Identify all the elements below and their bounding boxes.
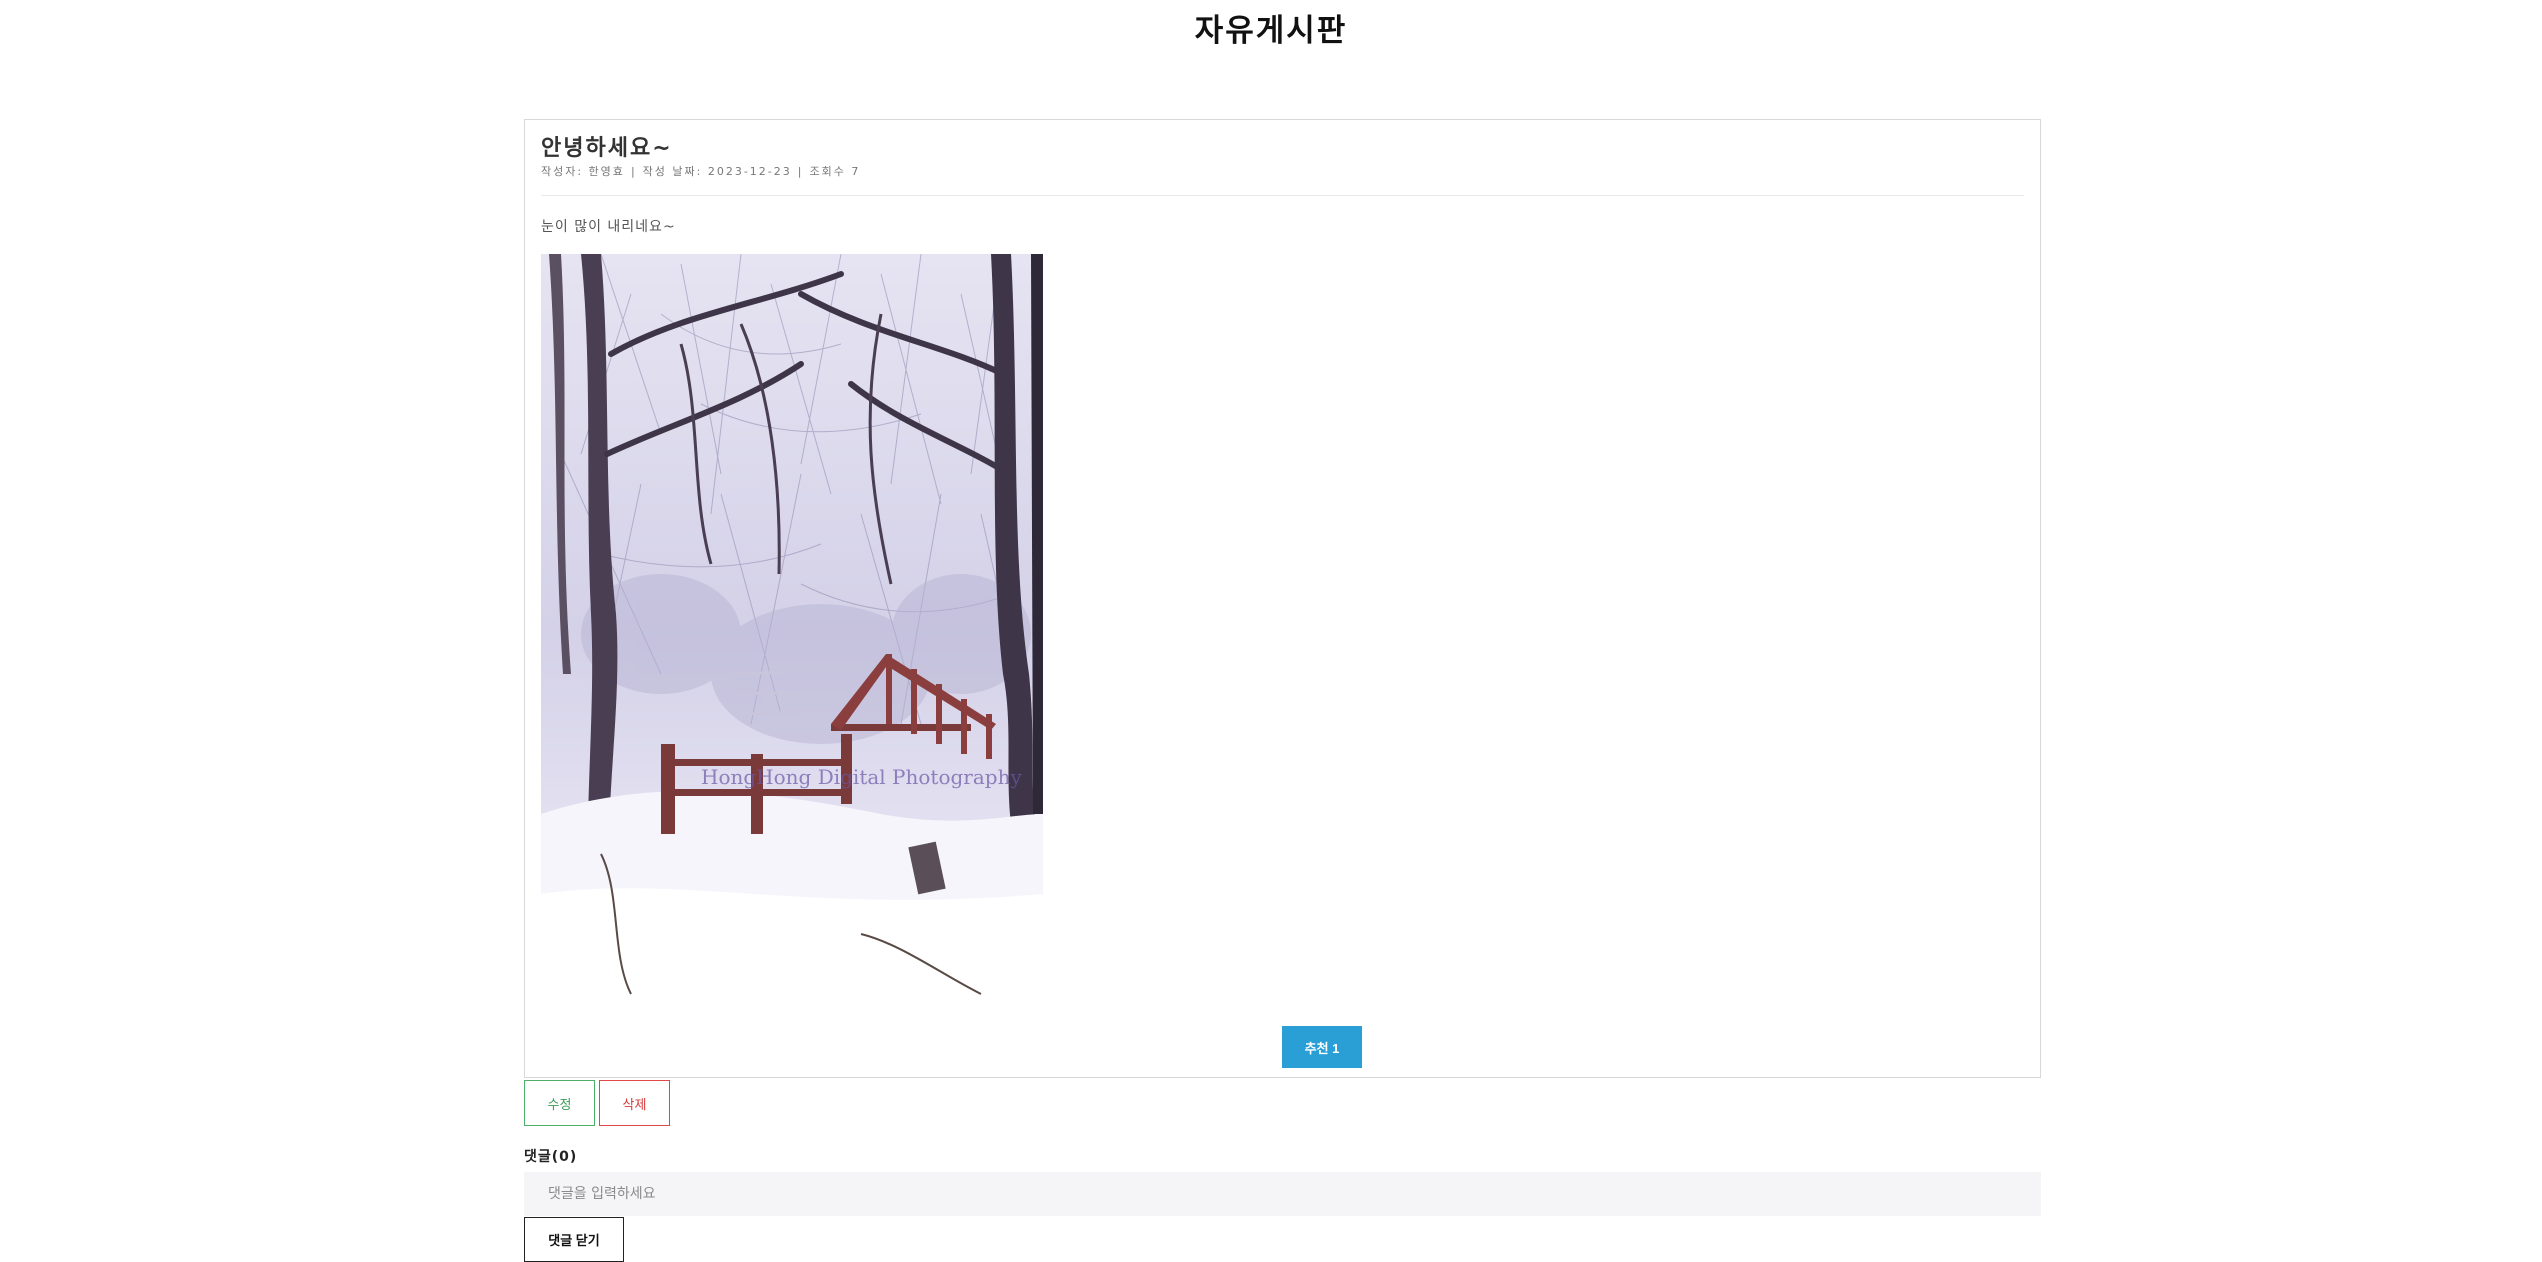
post-container: 안녕하세요~ 작성자: 한영효 | 작성 날짜: 2023-12-23 | 조회수 7 … [524,119,2041,1078]
post-meta: 작성자: 한영효 | 작성 날짜: 2023-12-23 | 조회수 7 [541,163,860,179]
post-body: 눈이 많이 내리네요~ [541,219,676,235]
svg-text:HongHong Digital Photography: HongHong Digital Photography [701,765,1022,789]
comments-count-label: 댓글(0) [524,1149,578,1165]
close-comments-button[interactable]: 댓글 닫기 [524,1217,624,1262]
post-divider [541,195,2024,196]
meta-separator: | [797,165,804,178]
recommend-button[interactable]: 추천 1 [1282,1026,1362,1068]
meta-separator: | [630,165,637,178]
edit-button[interactable]: 수정 [524,1080,595,1126]
post-views: 조회수 7 [809,165,861,178]
post-image: HongHong Digital Photography [541,254,1043,1010]
post-date: 작성 날짜: 2023-12-23 [642,165,792,178]
page-title: 자유게시판 [1194,13,1348,49]
post-author: 작성자: 한영효 [541,165,625,178]
post-title: 안녕하세요~ [541,136,673,161]
comment-input[interactable] [524,1172,2041,1216]
delete-button[interactable]: 삭제 [599,1080,670,1126]
